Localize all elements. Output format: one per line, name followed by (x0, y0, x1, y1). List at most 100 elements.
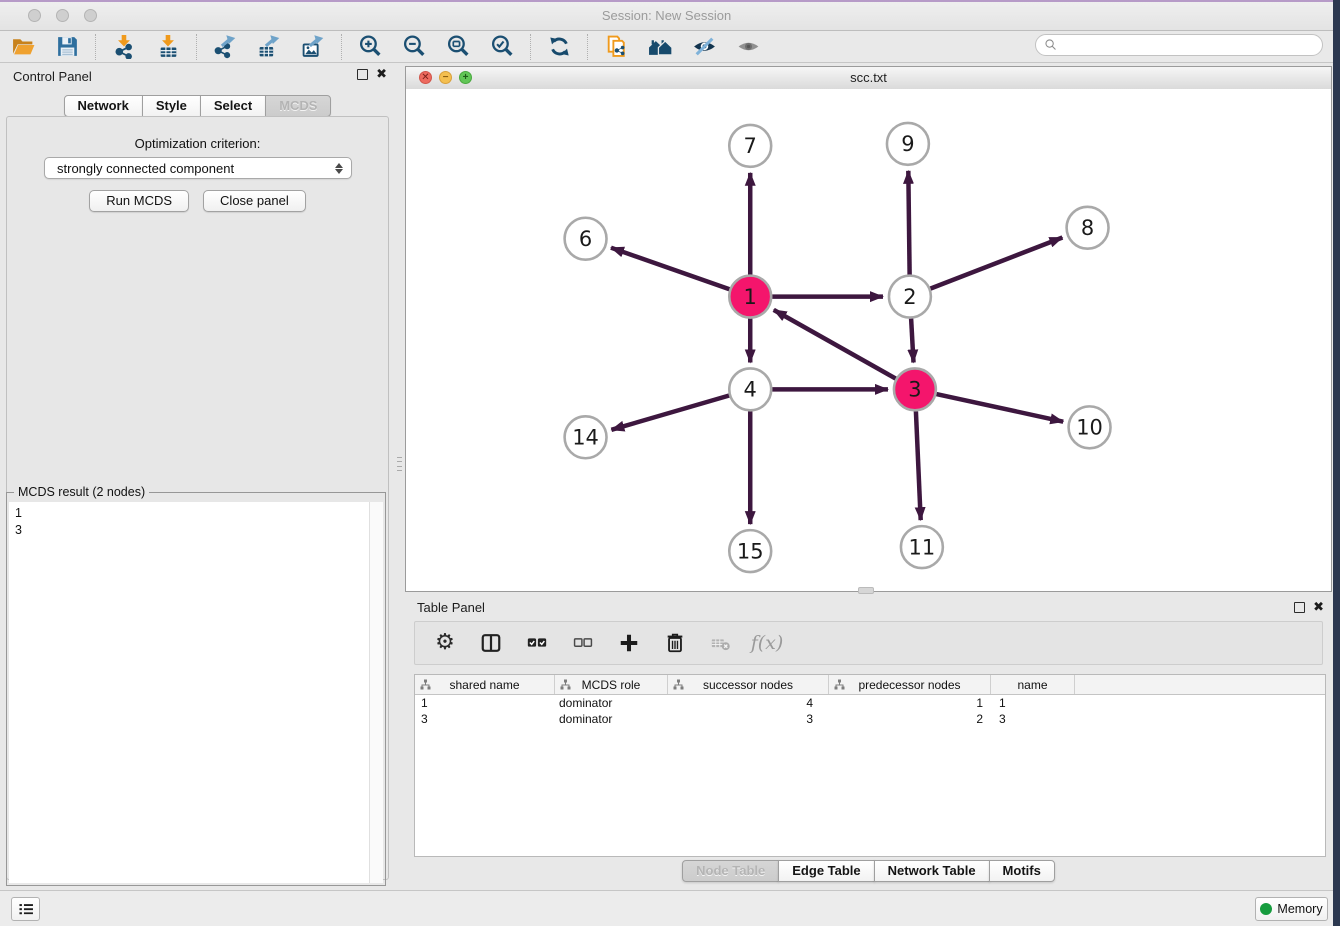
network-home-icon[interactable] (647, 33, 674, 60)
table-cell[interactable]: 2 (829, 712, 991, 726)
delete-column-icon[interactable] (663, 631, 687, 655)
graph-node-2[interactable]: 2 (889, 276, 931, 318)
zoom-in-icon[interactable] (357, 33, 384, 60)
refresh-layout-icon[interactable] (546, 33, 573, 60)
save-session-icon[interactable] (54, 33, 81, 60)
tab-network-table[interactable]: Network Table (874, 860, 990, 882)
edge-3-1[interactable] (774, 310, 896, 379)
table-row[interactable]: 1dominator411 (415, 695, 1325, 711)
search-input[interactable] (1062, 37, 1322, 53)
column-header-MCDS-role[interactable]: MCDS role (555, 675, 668, 694)
control-panel-header: Control Panel ✖ (0, 62, 395, 88)
edge-2-8[interactable] (930, 238, 1062, 289)
tab-mcds[interactable]: MCDS (265, 95, 331, 117)
export-image-icon[interactable] (300, 33, 327, 60)
table-row[interactable]: 3dominator323 (415, 711, 1325, 727)
run-mcds-button[interactable]: Run MCDS (89, 190, 189, 212)
tab-motifs[interactable]: Motifs (989, 860, 1055, 882)
control-panel-tabs: NetworkStyleSelectMCDS (0, 95, 395, 117)
export-network-icon[interactable] (212, 33, 239, 60)
graph-node-1[interactable]: 1 (729, 276, 771, 318)
graph-node-10[interactable]: 10 (1069, 406, 1111, 448)
edge-3-11[interactable] (916, 411, 921, 520)
hide-panel-icon[interactable] (691, 33, 718, 60)
edge-1-6[interactable] (611, 248, 729, 290)
table-cell[interactable]: 3 (991, 712, 1075, 726)
svg-text:2: 2 (903, 285, 916, 309)
mcds-result-list[interactable]: 13 (9, 502, 369, 883)
edge-4-14[interactable] (611, 395, 729, 429)
graph-node-15[interactable]: 15 (729, 530, 771, 572)
criterion-dropdown[interactable]: strongly connected component (44, 157, 352, 179)
mcds-result-item[interactable]: 3 (15, 522, 369, 539)
zoom-fit-icon[interactable] (445, 33, 472, 60)
window-title: Session: New Session (0, 8, 1333, 23)
graph-node-8[interactable]: 8 (1067, 207, 1109, 249)
tab-style[interactable]: Style (142, 95, 201, 117)
column-view-icon[interactable] (479, 631, 503, 655)
table-cell[interactable]: dominator (555, 696, 668, 710)
settings-gear-icon[interactable]: ⚙ (433, 631, 457, 655)
tab-node-table[interactable]: Node Table (682, 860, 779, 882)
table-cell[interactable]: 3 (415, 712, 555, 726)
open-file-icon[interactable] (10, 33, 37, 60)
column-header-successor-nodes[interactable]: successor nodes (668, 675, 829, 694)
show-panel-icon (735, 33, 762, 60)
import-table-icon[interactable] (155, 33, 182, 60)
graph-node-4[interactable]: 4 (729, 368, 771, 410)
zoom-out-icon[interactable] (401, 33, 428, 60)
column-header-predecessor-nodes[interactable]: predecessor nodes (829, 675, 991, 694)
graph-node-11[interactable]: 11 (901, 526, 943, 568)
network-view-window: ✕ − + scc.txt 7 9 6 8 1 2 4 3 10 14 15 11 (405, 66, 1332, 592)
graph-node-14[interactable]: 14 (565, 416, 607, 458)
table-panel-title: Table Panel (417, 600, 485, 615)
toolbar-separator (95, 34, 97, 60)
edge-3-10[interactable] (936, 394, 1063, 422)
select-all-columns-icon[interactable] (525, 631, 549, 655)
table-cell[interactable]: 1 (829, 696, 991, 710)
search-box (1035, 34, 1323, 56)
panel-splitter[interactable] (395, 62, 405, 890)
node-table: shared nameMCDS rolesuccessor nodesprede… (414, 674, 1326, 857)
float-panel-icon[interactable] (357, 69, 368, 80)
duplicate-network-icon[interactable] (603, 33, 630, 60)
graph-node-7[interactable]: 7 (729, 125, 771, 167)
close-panel-button[interactable]: Close panel (203, 190, 306, 212)
memory-button[interactable]: Memory (1255, 897, 1328, 921)
memory-label: Memory (1277, 902, 1322, 916)
graph-node-9[interactable]: 9 (887, 123, 929, 165)
tab-edge-table[interactable]: Edge Table (778, 860, 874, 882)
edge-2-3[interactable] (911, 319, 913, 363)
result-scrollbar[interactable] (369, 502, 383, 883)
table-cell[interactable]: dominator (555, 712, 668, 726)
table-cell[interactable]: 3 (668, 712, 829, 726)
network-canvas[interactable]: 7 9 6 8 1 2 4 3 10 14 15 11 (406, 89, 1331, 591)
add-column-icon[interactable] (617, 631, 641, 655)
optimization-criterion-label: Optimization criterion: (0, 136, 395, 151)
close-table-panel-icon[interactable]: ✖ (1313, 601, 1324, 613)
cytoscape-window: Session: New Session Control Panel ✖ Net… (0, 0, 1333, 926)
table-cell[interactable]: 1 (415, 696, 555, 710)
graph-node-6[interactable]: 6 (565, 218, 607, 260)
network-window-titlebar: ✕ − + scc.txt (406, 67, 1331, 90)
tab-network[interactable]: Network (64, 95, 143, 117)
import-network-icon[interactable] (111, 33, 138, 60)
zoom-selected-icon[interactable] (489, 33, 516, 60)
criterion-dropdown-value: strongly connected component (57, 161, 335, 176)
float-table-panel-icon[interactable] (1294, 602, 1305, 613)
column-header-shared-name[interactable]: shared name (415, 675, 555, 694)
edge-2-9[interactable] (908, 171, 909, 275)
close-panel-icon[interactable]: ✖ (376, 68, 387, 80)
task-history-button[interactable] (11, 897, 40, 921)
mcds-result-item[interactable]: 1 (15, 505, 369, 522)
table-cell[interactable]: 1 (991, 696, 1075, 710)
tab-select[interactable]: Select (200, 95, 266, 117)
svg-text:7: 7 (744, 134, 757, 158)
delete-table-icon (709, 631, 733, 655)
table-cell[interactable]: 4 (668, 696, 829, 710)
status-bar: Memory (0, 890, 1333, 926)
column-header-name[interactable]: name (991, 675, 1075, 694)
unselect-all-columns-icon[interactable] (571, 631, 595, 655)
export-table-icon[interactable] (256, 33, 283, 60)
graph-node-3[interactable]: 3 (894, 368, 936, 410)
